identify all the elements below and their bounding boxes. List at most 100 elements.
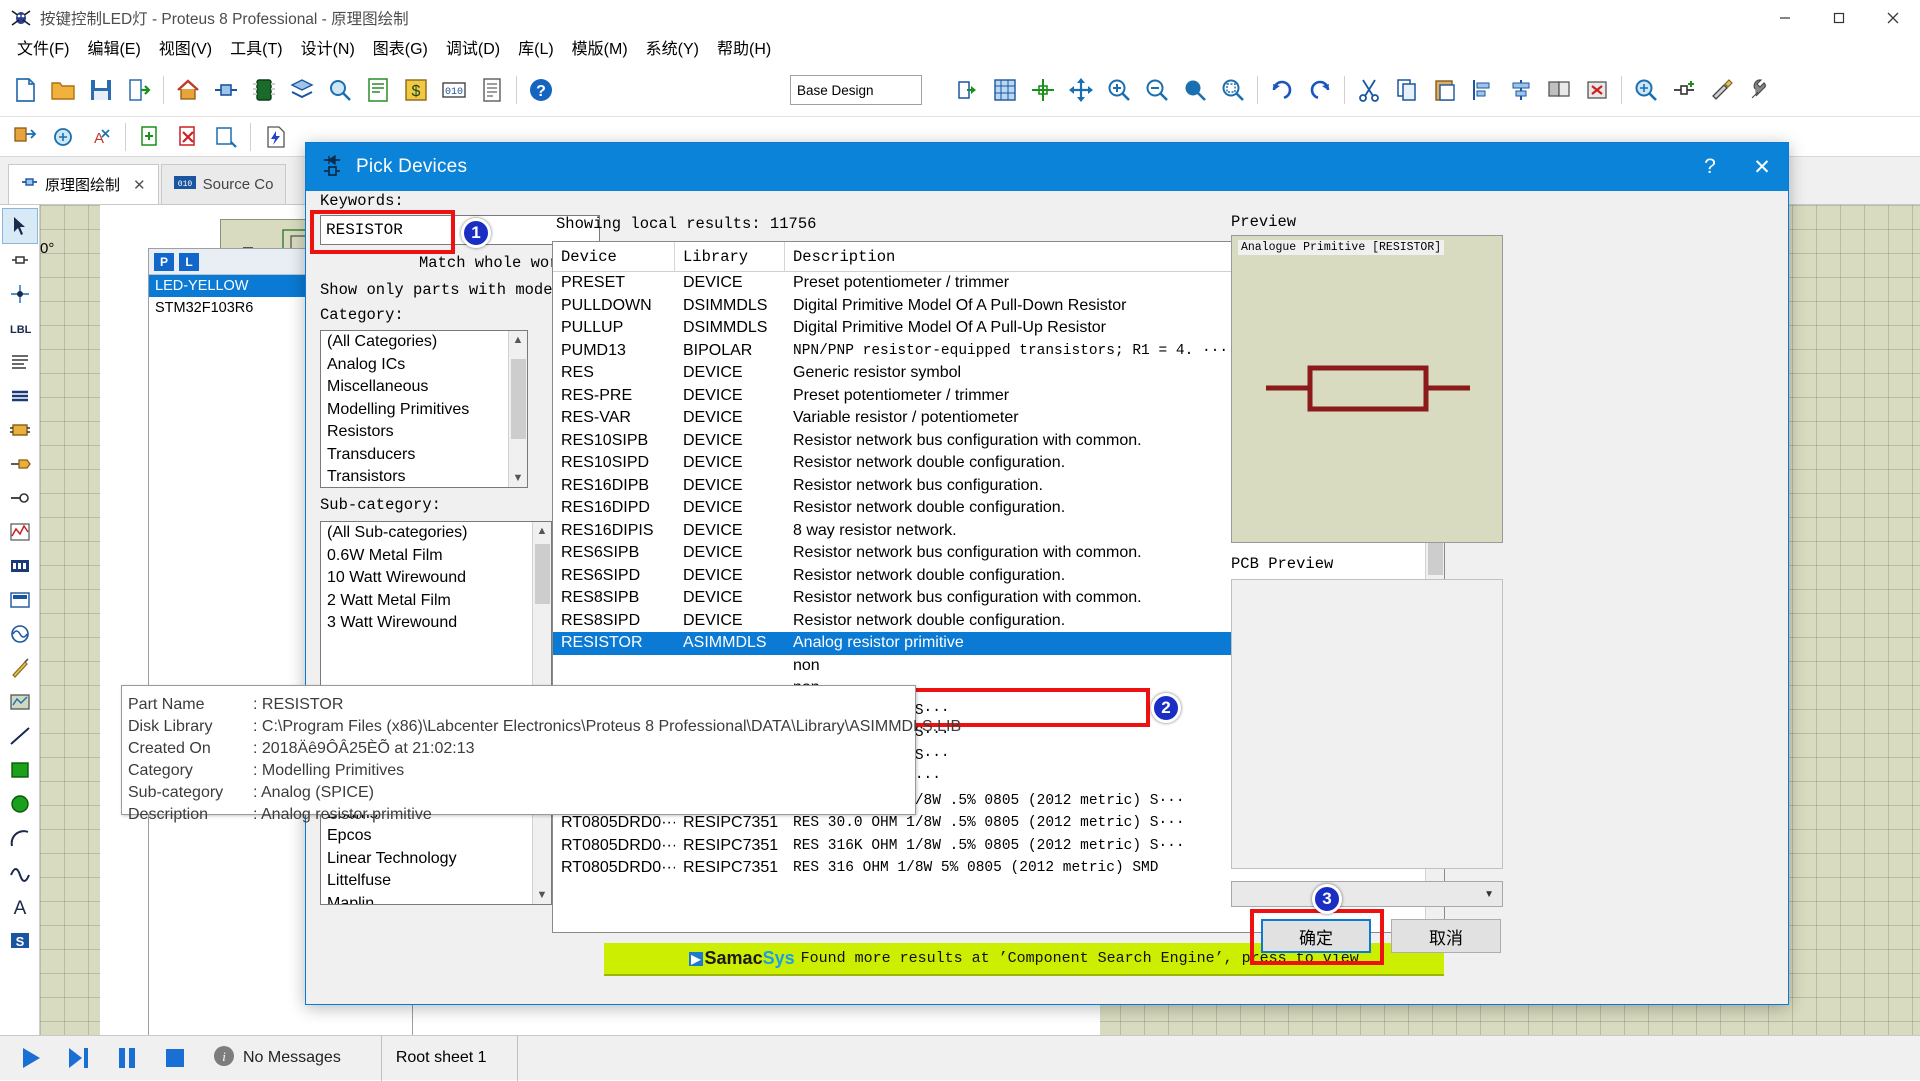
menu-design[interactable]: 设计(N) [292, 40, 364, 60]
pick-devices-toolbar-icon[interactable] [1627, 70, 1665, 110]
chevron-down-icon[interactable]: ▼ [509, 469, 528, 487]
home-icon[interactable] [169, 70, 207, 110]
minimize-button[interactable] [1758, 0, 1812, 36]
chevron-up-icon[interactable]: ▲ [533, 522, 552, 540]
box-tool-icon[interactable] [3, 753, 37, 787]
tab-close-icon[interactable]: ✕ [133, 176, 146, 194]
schematic-capture-icon[interactable] [207, 70, 245, 110]
step-icon[interactable] [56, 1036, 102, 1081]
save-file-icon[interactable] [82, 70, 120, 110]
zoom-tool-icon[interactable] [321, 70, 359, 110]
zoom-to-fit-icon[interactable] [1214, 70, 1252, 110]
wire-label-icon[interactable]: LBL [3, 311, 37, 345]
messages-area[interactable]: i No Messages [212, 1044, 341, 1073]
align-center-icon[interactable] [1502, 70, 1540, 110]
help-button[interactable]: ? [1684, 143, 1736, 191]
subcategory-item[interactable]: 3 Watt Wirewound [321, 612, 551, 635]
category-item[interactable]: Transducers [321, 444, 527, 467]
manufacturer-item[interactable]: Littelfuse [321, 870, 551, 893]
binary-icon[interactable]: 010 [435, 70, 473, 110]
zoom-out-icon[interactable] [1138, 70, 1176, 110]
subcategory-item[interactable]: 10 Watt Wirewound [321, 567, 551, 590]
menu-template[interactable]: 模版(M) [563, 40, 637, 60]
paste-icon[interactable] [1426, 70, 1464, 110]
add-sheet-icon[interactable] [131, 117, 169, 157]
line-tool-icon[interactable] [3, 719, 37, 753]
manufacturer-item[interactable]: Maplin [321, 893, 551, 906]
subcategory-item[interactable]: (All Sub-categories) [321, 522, 551, 545]
pcb-layout-icon[interactable] [245, 70, 283, 110]
chevron-up-icon[interactable]: ▲ [509, 331, 528, 349]
library-button[interactable]: L [179, 253, 199, 271]
import-icon[interactable] [120, 70, 158, 110]
netlist-icon[interactable] [6, 117, 44, 157]
3d-view-icon[interactable] [283, 70, 321, 110]
text-tool-icon[interactable]: A [3, 889, 37, 923]
bus-icon[interactable] [3, 379, 37, 413]
menu-library[interactable]: 库(L) [509, 40, 563, 60]
category-item[interactable]: Resistors [321, 421, 527, 444]
make-device-icon[interactable] [1703, 70, 1741, 110]
category-item[interactable]: Miscellaneous [321, 376, 527, 399]
subcategory-item[interactable]: 0.6W Metal Film [321, 545, 551, 568]
design-combo[interactable]: Base Design [790, 75, 922, 105]
play-icon[interactable] [8, 1036, 54, 1081]
pcb-package-combo[interactable]: ▼ [1231, 881, 1503, 907]
virtual-instrument-icon[interactable] [3, 685, 37, 719]
current-probe-icon[interactable] [3, 651, 37, 685]
column-header-library[interactable]: Library [675, 242, 785, 272]
pick-devices-dialog[interactable]: Pick Devices ? ✕ Keywords: RESISTOR 1 Ma… [305, 142, 1789, 1005]
align-left-icon[interactable] [1464, 70, 1502, 110]
ok-button[interactable]: 确定 [1261, 919, 1371, 953]
packaging-tool-icon[interactable] [1741, 70, 1779, 110]
stop-icon[interactable] [152, 1036, 198, 1081]
cancel-button[interactable]: 取消 [1391, 919, 1501, 953]
refresh-sheet-icon[interactable] [948, 70, 986, 110]
menu-system[interactable]: 系统(Y) [637, 40, 708, 60]
voltage-probe-icon[interactable] [3, 617, 37, 651]
category-list[interactable]: (All Categories) Analog ICs Miscellaneou… [320, 330, 528, 488]
currency-icon[interactable]: $ [397, 70, 435, 110]
redo-icon[interactable] [1301, 70, 1339, 110]
pick-part-button[interactable]: P [154, 253, 174, 271]
zoom-to-area-icon[interactable] [1176, 70, 1214, 110]
selection-mode-icon[interactable] [3, 209, 37, 243]
tape-recorder-icon[interactable] [3, 549, 37, 583]
dialog-close-button[interactable]: ✕ [1736, 143, 1788, 191]
column-header-device[interactable]: Device [553, 242, 675, 272]
pause-icon[interactable] [104, 1036, 150, 1081]
menu-graph[interactable]: 图表(G) [364, 40, 437, 60]
close-button[interactable] [1866, 0, 1920, 36]
maximize-button[interactable] [1812, 0, 1866, 36]
text-script-icon[interactable] [3, 345, 37, 379]
menu-edit[interactable]: 编辑(E) [78, 40, 149, 60]
tab-schematic-capture[interactable]: 原理图绘制 ✕ [8, 164, 159, 204]
menu-debug[interactable]: 调试(D) [437, 40, 509, 60]
category-item[interactable]: Transistors [321, 466, 527, 488]
run-simulation-icon[interactable] [256, 117, 294, 157]
subcircuit-icon[interactable] [3, 413, 37, 447]
device-pin-icon[interactable] [3, 481, 37, 515]
tab-source-code[interactable]: 010 Source Co [161, 164, 287, 204]
manufacturer-item[interactable]: Linear Technology [321, 848, 551, 871]
menu-help[interactable]: 帮助(H) [708, 40, 780, 60]
origin-icon[interactable] [1024, 70, 1062, 110]
block-copy-icon[interactable] [1540, 70, 1578, 110]
new-part-icon[interactable] [1665, 70, 1703, 110]
menu-file[interactable]: 文件(F) [8, 40, 78, 60]
path-tool-icon[interactable] [3, 855, 37, 889]
category-scrollbar[interactable]: ▲ ▼ [508, 331, 527, 487]
annotation-tool-icon[interactable]: A [82, 117, 120, 157]
arc-tool-icon[interactable] [3, 821, 37, 855]
menu-tools[interactable]: 工具(T) [221, 40, 291, 60]
zoom-in-icon[interactable] [1100, 70, 1138, 110]
category-item[interactable]: (All Categories) [321, 331, 527, 354]
category-item[interactable]: Analog ICs [321, 354, 527, 377]
generator-icon[interactable] [3, 583, 37, 617]
category-item[interactable]: Modelling Primitives [321, 399, 527, 422]
open-file-icon[interactable] [44, 70, 82, 110]
new-file-icon[interactable] [6, 70, 44, 110]
cut-icon[interactable] [1350, 70, 1388, 110]
scrollbar-thumb[interactable] [511, 359, 526, 439]
block-delete-icon[interactable] [1578, 70, 1616, 110]
